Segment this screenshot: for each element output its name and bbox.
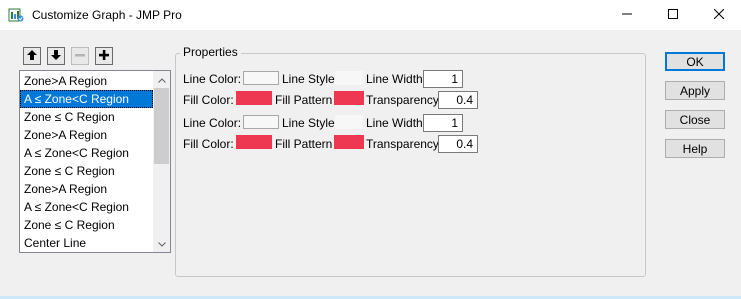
scrollbar-thumb[interactable]	[154, 88, 169, 164]
plus-icon	[98, 49, 110, 64]
chevron-down-icon	[157, 239, 166, 249]
fill-color-label: Fill Color:	[183, 137, 234, 151]
line-width-label: Line Width	[366, 116, 423, 130]
line-style-label: Line Style:	[282, 116, 339, 130]
minus-icon	[74, 49, 86, 64]
close-window-button[interactable]	[696, 0, 741, 30]
fill-color-label: Fill Color:	[183, 93, 234, 107]
line-width-field[interactable]: 1	[423, 70, 463, 88]
chevron-up-icon	[157, 75, 166, 85]
list-item[interactable]: Zone ≤ C Region	[20, 108, 153, 126]
list-item[interactable]: Zone ≤ C Region	[20, 216, 153, 234]
close-button[interactable]: Close	[665, 110, 725, 129]
list-item-selected[interactable]: A ≤ Zone<C Region	[20, 90, 153, 108]
properties-group	[175, 53, 646, 277]
transparency-label: Transparency	[366, 93, 439, 107]
fill-pattern-label: Fill Pattern	[275, 137, 333, 151]
line-color-label: Line Color:	[183, 72, 242, 86]
line-style-selector[interactable]	[335, 71, 363, 85]
scroll-up-button[interactable]	[153, 71, 170, 88]
line-style-label: Line Style:	[282, 72, 339, 86]
list-item[interactable]: A ≤ Zone<C Region	[20, 198, 153, 216]
maximize-button[interactable]	[650, 0, 696, 30]
ok-button[interactable]: OK	[665, 52, 725, 71]
list-item[interactable]: A ≤ Zone<C Region	[20, 144, 153, 162]
line-width-label: Line Width	[366, 72, 423, 86]
list-scrollbar[interactable]	[153, 71, 170, 252]
fill-color-swatch[interactable]	[236, 91, 272, 105]
move-down-button[interactable]	[47, 47, 65, 65]
scroll-down-button[interactable]	[153, 235, 170, 252]
list-item[interactable]: Zone>A Region	[20, 126, 153, 144]
transparency-field[interactable]: 0.4	[438, 91, 478, 109]
window-title: Customize Graph - JMP Pro	[32, 8, 182, 22]
arrow-down-icon	[50, 49, 62, 64]
help-button[interactable]: Help	[665, 139, 725, 158]
list-item[interactable]: Center Line	[20, 234, 153, 252]
jmp-app-icon	[8, 7, 24, 23]
list-item[interactable]: Zone>A Region	[20, 180, 153, 198]
fill-pattern-swatch[interactable]	[334, 91, 364, 105]
line-color-label: Line Color:	[183, 116, 242, 130]
properties-group-label: Properties	[180, 45, 241, 59]
add-button[interactable]	[95, 47, 113, 65]
move-up-button[interactable]	[23, 47, 41, 65]
fill-color-swatch[interactable]	[236, 135, 272, 149]
line-width-field[interactable]: 1	[423, 114, 463, 132]
close-icon	[713, 8, 725, 22]
line-style-selector[interactable]	[335, 115, 363, 129]
title-bar: Customize Graph - JMP Pro	[0, 0, 741, 30]
remove-button[interactable]	[71, 47, 89, 65]
list-item[interactable]: Zone>A Region	[20, 72, 153, 90]
line-color-swatch[interactable]	[243, 71, 279, 85]
arrow-up-icon	[26, 49, 38, 64]
line-color-swatch[interactable]	[243, 115, 279, 129]
minimize-button[interactable]	[604, 0, 650, 30]
minimize-icon	[622, 8, 632, 22]
fill-pattern-label: Fill Pattern	[275, 93, 333, 107]
fill-pattern-swatch[interactable]	[334, 135, 364, 149]
transparency-label: Transparency	[366, 137, 439, 151]
list-item[interactable]: Zone ≤ C Region	[20, 162, 153, 180]
reference-lines-list[interactable]: Zone>A Region A ≤ Zone<C Region Zone ≤ C…	[19, 70, 171, 253]
maximize-icon	[668, 8, 678, 22]
transparency-field[interactable]: 0.4	[438, 135, 478, 153]
apply-button[interactable]: Apply	[665, 81, 725, 100]
